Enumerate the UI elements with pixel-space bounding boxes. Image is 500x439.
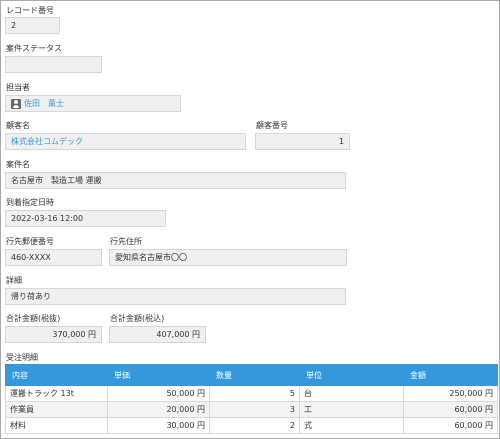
details-label: 詳細 xyxy=(6,276,22,285)
assignee-field: 佐田 薫士 xyxy=(5,95,181,112)
cell-unit-price: 50,000 円 xyxy=(107,385,210,402)
user-icon xyxy=(11,98,21,109)
total-incl-tax-label: 合計金額(税込) xyxy=(110,314,165,323)
assignee-label: 担当者 xyxy=(6,83,30,92)
dest-postal-field: 460-XXXX xyxy=(5,249,102,266)
column-header-unit: 単位 xyxy=(299,364,404,386)
cell-content: 作業員 xyxy=(5,401,108,418)
details-field: 帰り荷あり xyxy=(5,288,346,305)
record-number-label: レコード番号 xyxy=(6,6,54,15)
deal-status-label: 案件ステータス xyxy=(6,44,62,53)
deal-name-field: 名古屋市 製造工場 運搬 xyxy=(5,172,346,189)
cell-unit: 工 xyxy=(299,401,404,418)
cell-unit-price: 20,000 円 xyxy=(107,401,210,418)
column-header-amount: 金額 xyxy=(403,364,498,386)
table-header-row: 内容 単価 数量 単位 金額 xyxy=(5,364,498,386)
table-row: 材料 30,000 円 2 式 60,000 円 xyxy=(5,417,498,434)
cell-qty: 3 xyxy=(209,401,300,418)
cell-qty: 5 xyxy=(209,385,300,402)
table-row: 運搬トラック 13t 50,000 円 5 台 250,000 円 xyxy=(5,385,498,402)
customer-number-label: 顧客番号 xyxy=(256,121,288,130)
cell-unit: 台 xyxy=(299,385,404,402)
deal-name-label: 案件名 xyxy=(6,160,30,169)
table-row: 作業員 20,000 円 3 工 60,000 円 xyxy=(5,401,498,418)
customer-number-field: 1 xyxy=(255,133,350,150)
customer-name-link[interactable]: 株式会社コムデック xyxy=(5,133,246,150)
total-excl-tax-field: 370,000 円 xyxy=(5,326,102,343)
total-excl-tax-label: 合計金額(税抜) xyxy=(6,314,61,323)
dest-address-field: 愛知県名古屋市〇〇 xyxy=(109,249,347,266)
customer-name-label: 顧客名 xyxy=(6,121,30,130)
column-header-qty: 数量 xyxy=(209,364,300,386)
column-header-unit-price: 単価 xyxy=(107,364,210,386)
dest-address-label: 行先住所 xyxy=(110,237,142,246)
record-number-field: 2 xyxy=(5,17,60,34)
cell-unit: 式 xyxy=(299,417,404,434)
record-detail-view: レコード番号 2 案件ステータス 担当者 佐田 薫士 顧客名 株式会社コムデック… xyxy=(0,0,500,439)
column-header-content: 内容 xyxy=(5,364,108,386)
cell-content: 材料 xyxy=(5,417,108,434)
order-details-table: 内容 単価 数量 単位 金額 運搬トラック 13t 50,000 円 5 台 2… xyxy=(5,364,498,434)
arrival-datetime-label: 到着指定日時 xyxy=(6,198,54,207)
cell-content: 運搬トラック 13t xyxy=(5,385,108,402)
cell-unit-price: 30,000 円 xyxy=(107,417,210,434)
order-details-label: 受注明細 xyxy=(6,353,38,362)
assignee-link[interactable]: 佐田 薫士 xyxy=(24,96,64,111)
deal-status-field xyxy=(5,56,102,73)
cell-amount: 60,000 円 xyxy=(403,401,498,418)
arrival-datetime-field: 2022-03-16 12:00 xyxy=(5,210,166,227)
cell-amount: 250,000 円 xyxy=(403,385,498,402)
cell-qty: 2 xyxy=(209,417,300,434)
total-incl-tax-field: 407,000 円 xyxy=(109,326,206,343)
dest-postal-label: 行先郵便番号 xyxy=(6,237,54,246)
cell-amount: 60,000 円 xyxy=(403,417,498,434)
